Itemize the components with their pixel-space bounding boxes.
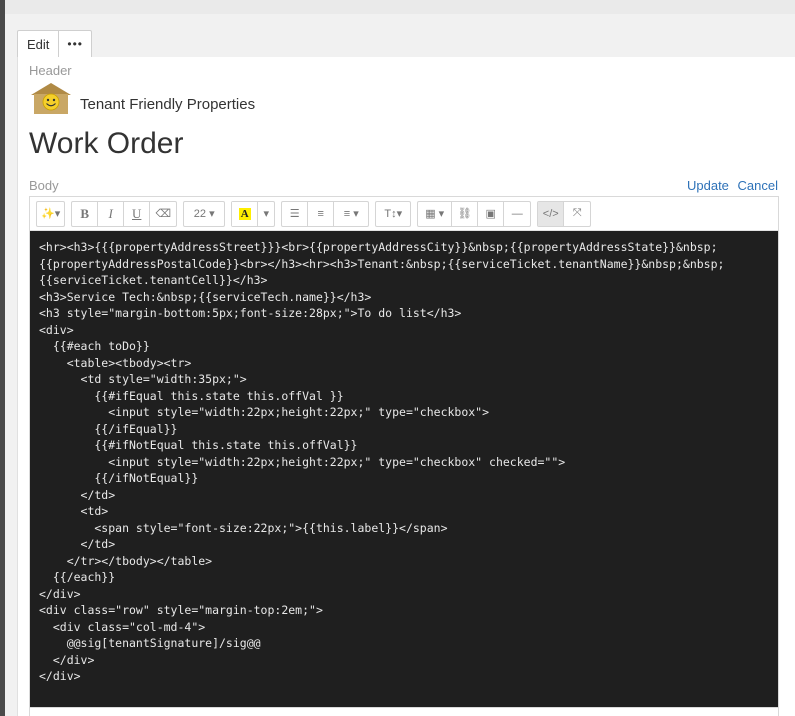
more-options-button[interactable]: ••• xyxy=(59,31,91,58)
insert-group: ▦ ▾ ⛓ ▣ — xyxy=(417,200,532,227)
code-line: </td> xyxy=(39,537,116,551)
code-line: </td> xyxy=(39,487,116,502)
code-line: <h3 style="margin-bottom:5px;font-size:2… xyxy=(39,306,462,320)
code-editor[interactable]: <hr><h3>{{{propertyAddressStreet}}}<br>{… xyxy=(30,231,778,707)
highlight-color-button[interactable]: A xyxy=(232,201,259,226)
height-group: T↕▾ xyxy=(375,200,412,227)
company-name: Tenant Friendly Properties xyxy=(80,96,256,113)
magic-wand-icon[interactable]: ✨▾ xyxy=(37,202,64,226)
font-size-group: 22 ▾ xyxy=(183,200,226,227)
page-edit-toolbar: Edit ••• xyxy=(17,30,93,59)
rich-text-editor: ✨▾ B I U ⌫ 22 ▾ A ▾ ☰ ≡ ≡ ▾ T↕▾ ▦ ▾ ⛓ ▣ … xyxy=(29,196,779,708)
code-line: <div class="row" style="margin-top:2em;"… xyxy=(39,603,323,617)
eraser-icon[interactable]: ⌫ xyxy=(150,202,176,226)
header-section-label: Header xyxy=(29,63,72,78)
code-line: {{/each}} xyxy=(39,570,116,584)
editor-bottom-edge xyxy=(29,707,779,716)
style-group: ✨▾ xyxy=(36,200,66,227)
italic-button[interactable]: I xyxy=(98,201,125,226)
fullscreen-icon[interactable]: ⤧ xyxy=(564,202,590,226)
update-link[interactable]: Update xyxy=(687,178,729,193)
unordered-list-icon[interactable]: ☰ xyxy=(282,201,309,226)
code-line: </div> xyxy=(39,586,81,601)
code-line: </tr></tbody></table> xyxy=(39,553,213,568)
horizontal-rule-icon[interactable]: — xyxy=(504,202,530,226)
code-line: <input style="width:22px;height:22px;" t… xyxy=(39,405,490,419)
code-line: <div class="col-md-4"> xyxy=(39,619,206,634)
code-line: {{#ifNotEqual this.state this.offVal}} xyxy=(39,438,358,452)
ordered-list-icon[interactable]: ≡ xyxy=(308,201,335,226)
code-line: <input style="width:22px;height:22px;" t… xyxy=(39,454,566,469)
top-bar xyxy=(5,0,795,14)
house-smiley-icon xyxy=(31,83,71,114)
underline-button[interactable]: U xyxy=(124,201,151,226)
code-line: <table><tbody><tr> xyxy=(39,355,192,370)
code-line: {{serviceTicket.tenantCell}}</h3> xyxy=(39,273,268,287)
bold-button[interactable]: B xyxy=(72,201,99,226)
page-title: Work Order xyxy=(29,127,184,160)
code-line: {{/ifEqual}} xyxy=(39,421,178,436)
link-icon[interactable]: ⛓ xyxy=(452,201,479,226)
code-line: {{propertyAddressPostalCode}}<br></h3><h… xyxy=(39,256,725,271)
font-size-dropdown[interactable]: 22 ▾ xyxy=(184,202,224,226)
line-height-icon[interactable]: T↕▾ xyxy=(376,202,410,226)
paragraph-group: ☰ ≡ ≡ ▾ xyxy=(281,200,370,227)
align-dropdown-icon[interactable]: ≡ ▾ xyxy=(334,202,368,226)
code-line: <span style="font-size:22px;">{{this.lab… xyxy=(39,520,448,535)
table-icon[interactable]: ▦ ▾ xyxy=(418,201,453,226)
font-style-group: B I U ⌫ xyxy=(71,200,178,227)
color-group: A ▾ xyxy=(231,200,276,227)
code-line: @@sig[tenantSignature]/sig@@ xyxy=(39,636,261,650)
body-section-label: Body xyxy=(29,178,59,193)
content-panel: Header Tenant Friendly Properties Work O… xyxy=(17,57,795,716)
image-icon[interactable]: ▣ xyxy=(478,201,505,226)
edit-button[interactable]: Edit xyxy=(18,31,60,58)
code-line: </div> xyxy=(39,669,81,683)
editor-toolbar: ✨▾ B I U ⌫ 22 ▾ A ▾ ☰ ≡ ≡ ▾ T↕▾ ▦ ▾ ⛓ ▣ … xyxy=(30,197,778,231)
code-line: <div> xyxy=(39,322,74,337)
code-line: <h3>Service Tech:&nbsp;{{serviceTech.nam… xyxy=(39,289,372,304)
body-actions: Update Cancel xyxy=(682,178,778,193)
highlight-a-icon: A xyxy=(238,207,251,220)
code-line: </div> xyxy=(39,652,95,667)
code-line: <hr><h3>{{{propertyAddressStreet}}}<br>{… xyxy=(39,240,718,254)
view-group: </> ⤧ xyxy=(537,200,592,227)
left-border xyxy=(0,0,5,716)
code-line: <td> xyxy=(39,504,109,518)
cancel-link[interactable]: Cancel xyxy=(738,178,778,193)
code-line: <td style="width:35px;"> xyxy=(39,372,247,386)
code-view-icon[interactable]: </> xyxy=(538,201,565,226)
highlight-dropdown-icon[interactable]: ▾ xyxy=(258,202,274,226)
code-line: {{#each toDo}} xyxy=(39,339,150,353)
code-line: {{/ifNotEqual}} xyxy=(39,471,199,485)
code-line: {{#ifEqual this.state this.offVal }} xyxy=(39,388,344,403)
